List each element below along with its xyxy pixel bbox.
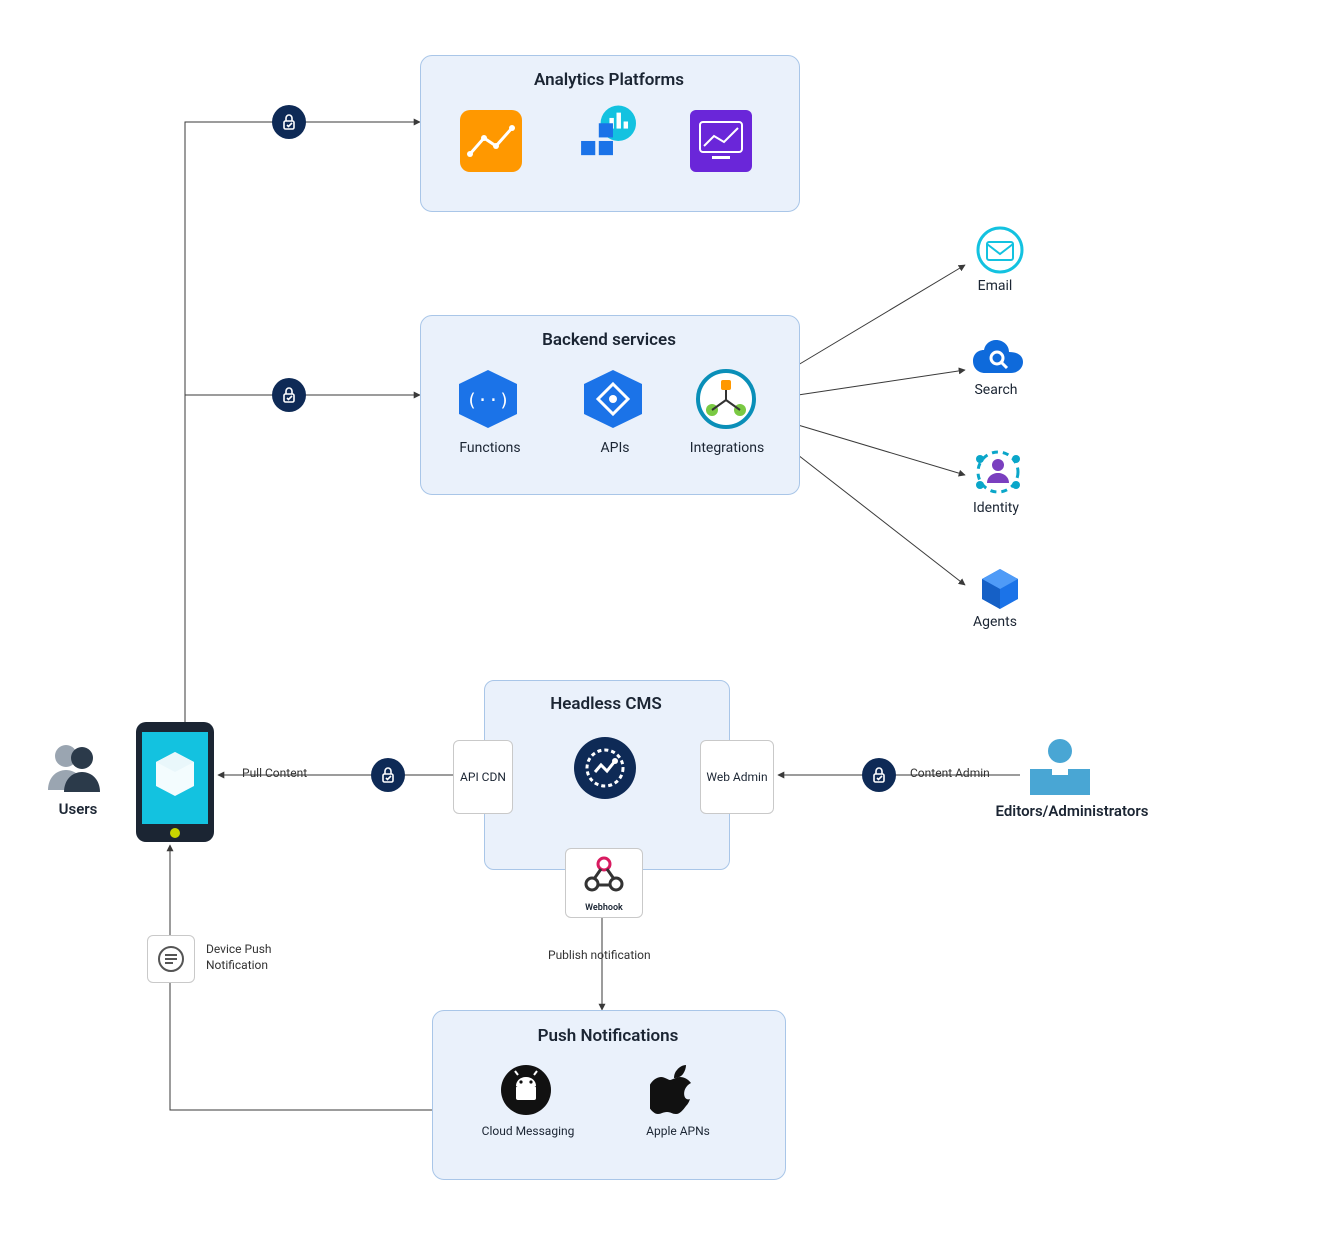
ext-email	[970, 225, 1030, 279]
label-integrations: Integrations	[672, 440, 782, 456]
mini-web-admin-label: Web Admin	[701, 770, 773, 784]
functions-icon: (··)	[455, 370, 521, 432]
phone-icon	[132, 720, 218, 848]
mini-webhook: Webhook	[565, 848, 643, 918]
editor-icon	[1024, 735, 1096, 803]
label-agents: Agents	[962, 614, 1028, 630]
label-publish-notification: Publish notification	[548, 948, 651, 962]
svg-text:(··): (··)	[466, 390, 509, 411]
title-analytics: Analytics Platforms	[420, 70, 798, 90]
title-push: Push Notifications	[432, 1026, 784, 1046]
label-functions: Functions	[440, 440, 540, 456]
lock-icon	[371, 758, 405, 792]
analytics-chart-icon	[690, 110, 752, 172]
mini-webhook-label: Webhook	[566, 903, 642, 913]
label-identity: Identity	[960, 500, 1032, 516]
cms-circle-icon	[572, 735, 638, 805]
label-cloud-messaging: Cloud Messaging	[468, 1124, 588, 1138]
mini-device-push-icon	[147, 935, 195, 983]
mini-api-cdn: API CDN	[453, 740, 513, 814]
mini-web-admin: Web Admin	[700, 740, 774, 814]
label-pull-content: Pull Content	[242, 766, 307, 780]
label-apple-apns: Apple APNs	[618, 1124, 738, 1138]
title-cms: Headless CMS	[484, 694, 728, 714]
integrations-icon	[695, 368, 757, 434]
analytics-bars-icon	[574, 102, 644, 172]
apple-icon	[650, 1062, 698, 1120]
label-apis: APIs	[565, 440, 665, 456]
architecture-diagram: Analytics Platforms Backend services (··…	[0, 0, 1331, 1242]
android-icon	[500, 1064, 552, 1120]
lock-icon	[862, 758, 896, 792]
label-device-push: Device Push Notification	[206, 942, 316, 973]
label-email: Email	[965, 278, 1025, 294]
apis-icon	[580, 370, 646, 432]
label-users: Users	[38, 800, 118, 818]
label-content-admin: Content Admin	[910, 766, 990, 780]
users-icon	[46, 740, 104, 798]
ext-agents	[970, 565, 1030, 617]
analytics-ga-icon	[460, 110, 522, 172]
label-search: Search	[963, 382, 1029, 398]
lock-icon	[272, 105, 306, 139]
ext-identity	[968, 445, 1028, 503]
mini-api-cdn-label: API CDN	[454, 770, 512, 784]
title-backend: Backend services	[420, 330, 798, 350]
label-editors: Editors/Administrators	[972, 802, 1172, 820]
lock-icon	[272, 378, 306, 412]
ext-search	[968, 338, 1028, 382]
